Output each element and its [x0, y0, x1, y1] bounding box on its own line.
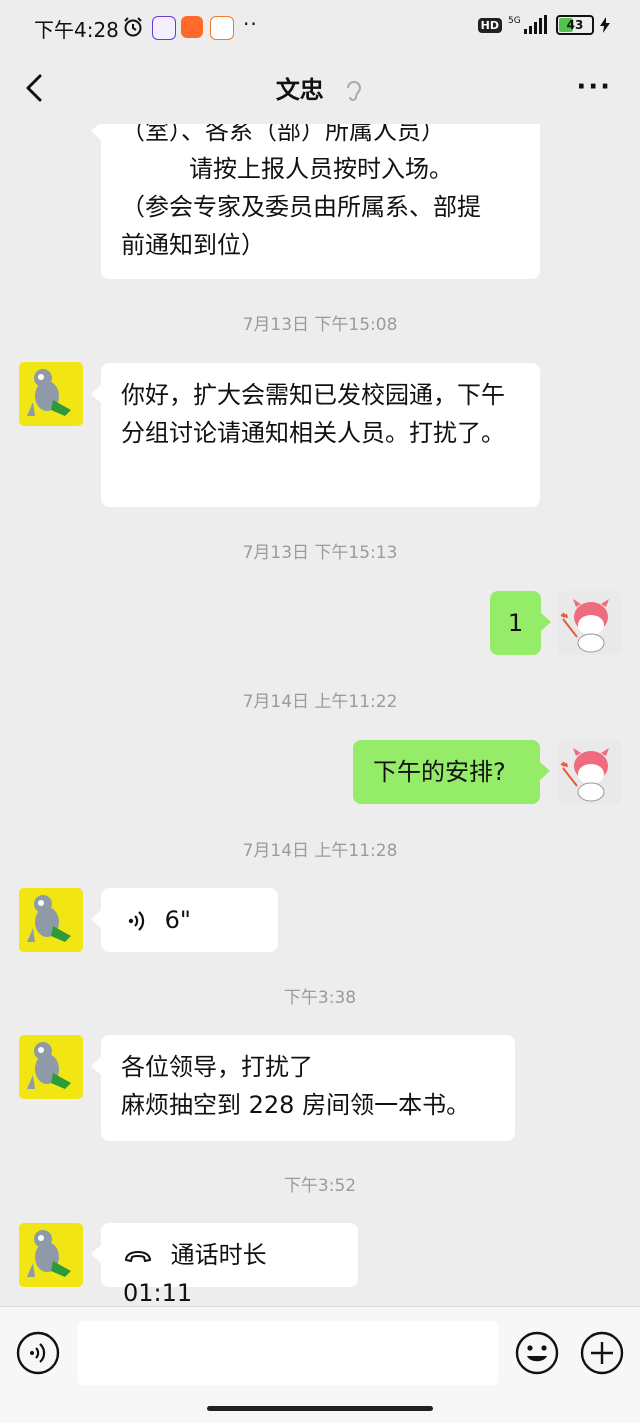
contact-avatar[interactable] [19, 362, 83, 426]
hd-badge: HD [477, 17, 502, 33]
shopping-app-icon [181, 16, 203, 38]
message-text: 1 [507, 609, 524, 637]
earpiece-mode-icon [347, 81, 362, 101]
phone-hangup-icon [125, 1251, 151, 1262]
contact-avatar[interactable] [19, 1223, 83, 1287]
message-input[interactable] [78, 1321, 498, 1385]
message-line-2: 麻烦抽空到 228 房间领一本书。 [121, 1091, 471, 1119]
message-bubble[interactable]: 你好，扩大会需知已发校园通，下午分组讨论请通知相关人员。打扰了。 [91, 363, 540, 507]
message-bubble-notice[interactable]: （室）、各系（部）所属人员） 请按上报人员按时入场。 （参会专家及委员由所属系、… [91, 124, 540, 279]
app-notification-icon [152, 16, 176, 40]
devil-cartoon-avatar-icon [557, 591, 621, 655]
cartoon-cat-avatar-icon [19, 362, 83, 426]
notice-line-2: 请按上报人员按时入场。 [189, 155, 453, 183]
message-text: 下午的安排? [373, 758, 506, 786]
video-app-icon [210, 16, 234, 40]
timestamp: 7月13日 下午15:13 [242, 543, 398, 563]
devil-cartoon-avatar-icon [557, 740, 621, 804]
more-notifications-icon: ·· [243, 12, 258, 36]
timestamp: 下午3:52 [283, 1176, 357, 1196]
cartoon-cat-avatar-icon [19, 1223, 83, 1287]
signal-icon: 5G [508, 15, 547, 34]
message-bubble[interactable]: 各位领导，打扰了 麻烦抽空到 228 房间领一本书。 [91, 1035, 515, 1141]
voice-wave-icon [128, 911, 145, 931]
contact-avatar[interactable] [19, 1035, 83, 1099]
input-bar [0, 1306, 640, 1423]
timestamp: 7月14日 上午11:28 [242, 841, 398, 861]
my-message-bubble[interactable]: 下午的安排? [353, 740, 550, 804]
call-record-bubble[interactable]: 通话时长 01:11 [91, 1223, 358, 1306]
cartoon-cat-avatar-icon [19, 888, 83, 952]
battery-level: 43 [566, 18, 584, 32]
my-message-bubble[interactable]: 1 [490, 591, 551, 655]
status-right-group: HD 5G 43 [477, 14, 610, 36]
home-indicator[interactable] [207, 1406, 433, 1411]
my-avatar[interactable] [557, 591, 621, 655]
status-time: 下午4:28 [34, 18, 119, 42]
battery-indicator: 43 [556, 15, 594, 35]
message-text: 你好，扩大会需知已发校园通，下午分组讨论请通知相关人员。打扰了。 [121, 381, 505, 447]
more-options-button[interactable]: ··· [576, 72, 612, 102]
timestamp: 7月13日 下午15:08 [242, 315, 398, 335]
cartoon-cat-avatar-icon [19, 1035, 83, 1099]
chat-message-list[interactable]: （室）、各系（部）所属人员） 请按上报人员按时入场。 （参会专家及委员由所属系、… [0, 124, 640, 1306]
contact-avatar[interactable] [19, 888, 83, 952]
message-line-1: 各位领导，打扰了 [121, 1053, 313, 1081]
svg-text:5G: 5G [508, 16, 521, 26]
chat-title: 文忠 [275, 76, 324, 104]
status-bar: 下午4:28 ·· HD 5G 43 [0, 0, 640, 56]
notice-line-1: （室）、各系（部）所属人员） [121, 124, 445, 145]
my-avatar[interactable] [557, 740, 621, 804]
voice-input-toggle-icon[interactable] [16, 1331, 60, 1375]
chat-title-group: 文忠 [0, 70, 640, 105]
timestamp: 7月14日 上午11:22 [242, 692, 398, 712]
add-more-icon[interactable] [580, 1331, 624, 1375]
timestamp: 下午3:38 [283, 988, 357, 1008]
emoji-icon[interactable] [515, 1331, 559, 1375]
alarm-icon [124, 17, 142, 37]
voice-duration: 6" [164, 906, 191, 934]
charging-icon [600, 17, 610, 33]
notice-line-4: 前通知到位） [121, 231, 265, 259]
voice-message-bubble[interactable]: 6" [91, 888, 278, 952]
chat-header: 文忠 ··· [0, 56, 640, 124]
notice-line-3: （参会专家及委员由所属系、部提 [121, 193, 481, 221]
